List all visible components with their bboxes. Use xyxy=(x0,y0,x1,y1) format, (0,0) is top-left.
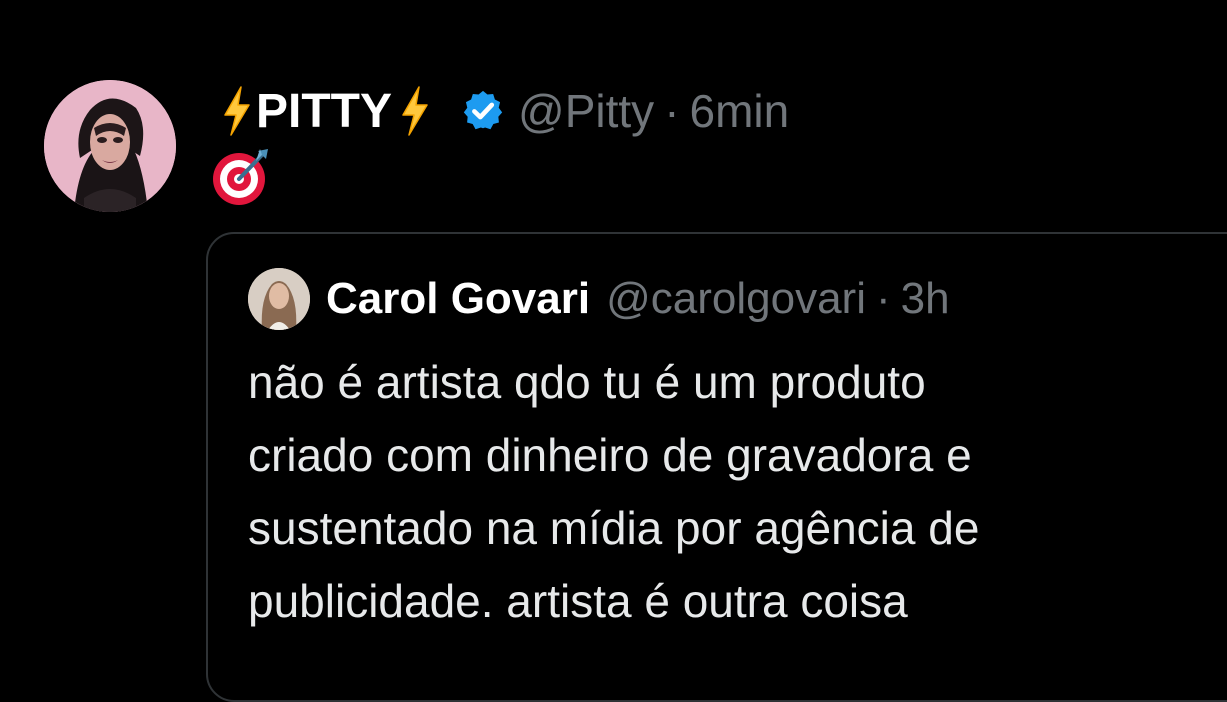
author-avatar[interactable] xyxy=(44,80,176,212)
author-avatar-image xyxy=(44,80,176,212)
quoted-author-handle[interactable]: @carolgovari xyxy=(606,274,866,324)
dot-separator: · xyxy=(875,274,891,323)
direct-hit-target-icon xyxy=(210,145,274,207)
quoted-tweet-text-line: não é artista qdo tu é um produto xyxy=(248,356,926,408)
quoted-tweet-text-line: criado com dinheiro de gravadora e xyxy=(248,429,972,481)
quoted-author-avatar[interactable] xyxy=(248,268,310,330)
author-handle[interactable]: @Pitty xyxy=(518,84,654,138)
tweet-header: PITTY @Pitty · 6min xyxy=(222,80,789,142)
verified-badge-icon[interactable] xyxy=(460,88,506,134)
quoted-tweet-text-line: sustentado na mídia por agência de xyxy=(248,502,980,554)
lightning-bolt-icon xyxy=(400,85,430,137)
tweet-timestamp[interactable]: 6min xyxy=(690,84,790,138)
quoted-tweet[interactable]: Carol Govari @carolgovari · 3h não é art… xyxy=(206,232,1227,702)
quoted-tweet-text-line: publicidade. artista é outra coisa xyxy=(248,575,908,627)
quoted-tweet-header: Carol Govari @carolgovari · 3h xyxy=(248,268,950,330)
quoted-author-display-name[interactable]: Carol Govari xyxy=(326,274,590,324)
tweet: PITTY @Pitty · 6min Carol Govari @carolg… xyxy=(0,0,1227,702)
author-display-name[interactable]: PITTY xyxy=(256,84,392,139)
quoted-tweet-text: não é artista qdo tu é um produto criado… xyxy=(248,346,1208,638)
dot-separator: · xyxy=(664,85,680,137)
lightning-bolt-icon xyxy=(222,85,252,137)
quoted-tweet-timestamp[interactable]: 3h xyxy=(901,274,950,324)
